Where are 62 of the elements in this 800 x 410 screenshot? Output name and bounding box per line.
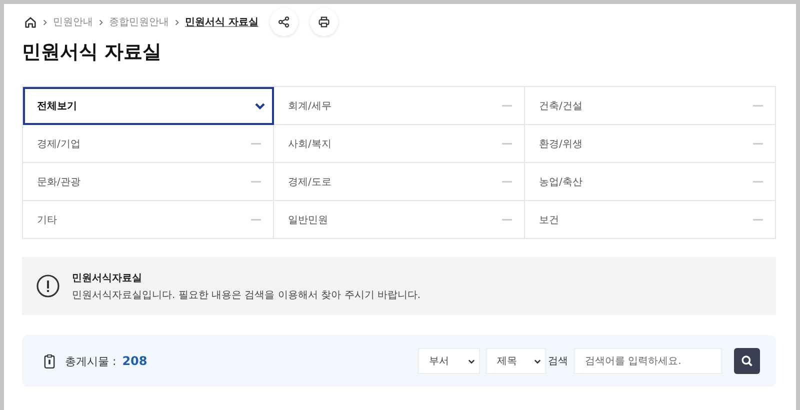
category-label: 경제/기업 — [37, 138, 80, 150]
notice-text: 민원서식자료실입니다. 필요한 내용은 검색을 이용해서 찾아 주시기 바랍니다. — [72, 288, 421, 302]
dash-icon — [753, 180, 763, 182]
dash-icon — [502, 104, 512, 106]
category-label: 건축/건설 — [539, 100, 582, 112]
category-tab[interactable]: 건축/건설 — [525, 87, 776, 125]
category-tab[interactable]: 일반민원 — [274, 201, 525, 239]
home-icon[interactable] — [24, 16, 37, 28]
chevron-right-icon — [175, 18, 179, 26]
breadcrumb-link[interactable]: 민원안내 — [53, 15, 93, 29]
category-tab[interactable]: 기타 — [23, 201, 274, 239]
category-tab[interactable]: 보건 — [525, 201, 776, 239]
category-tab[interactable]: 사회/복지 — [274, 125, 525, 163]
chevron-down-icon — [534, 358, 541, 364]
search-button[interactable] — [734, 348, 760, 374]
category-label: 문화/관광 — [37, 176, 80, 188]
category-label: 보건 — [539, 214, 559, 226]
category-tab[interactable]: 농업/축산 — [525, 163, 776, 201]
clipboard-icon — [44, 354, 55, 368]
search-icon — [741, 355, 753, 367]
category-label: 기타 — [37, 214, 57, 226]
chevron-right-icon — [99, 18, 103, 26]
category-tab[interactable]: 경제/기업 — [23, 125, 274, 163]
count-label: 총게시물 : — [65, 354, 116, 368]
category-tab[interactable]: 환경/위생 — [525, 125, 776, 163]
category-tab[interactable]: 회계/세무 — [274, 87, 525, 125]
dash-icon — [753, 142, 763, 144]
category-label: 일반민원 — [288, 214, 328, 226]
category-label: 경제/도로 — [288, 176, 332, 188]
dash-icon — [251, 180, 261, 182]
category-label: 전체보기 — [37, 100, 77, 113]
category-label: 회계/세무 — [288, 100, 332, 112]
dash-icon — [251, 142, 261, 144]
chevron-right-icon — [43, 18, 47, 26]
page-title: 민원서식 자료실 — [22, 40, 163, 65]
printer-icon — [318, 16, 330, 28]
breadcrumb-link[interactable]: 종합민원안내 — [109, 15, 169, 29]
dash-icon — [502, 180, 512, 182]
dash-icon — [251, 218, 261, 220]
category-tab[interactable]: 경제/도로 — [274, 163, 525, 201]
share-icon — [278, 16, 290, 28]
field-select[interactable]: 제목 — [486, 348, 546, 374]
exclamation-icon — [36, 274, 60, 298]
chevron-down-icon — [468, 358, 475, 364]
share-button[interactable] — [270, 8, 298, 36]
notice-title: 민원서식자료실 — [72, 272, 143, 284]
category-tab[interactable]: 문화/관광 — [23, 163, 274, 201]
dash-icon — [753, 104, 763, 106]
category-label: 농업/축산 — [539, 176, 582, 188]
category-label: 사회/복지 — [288, 138, 332, 150]
breadcrumb-link[interactable]: 민원서식 자료실 — [185, 15, 258, 29]
category-label: 환경/위생 — [539, 138, 582, 150]
dash-icon — [753, 218, 763, 220]
search-label: 검색 — [548, 355, 568, 368]
search-field[interactable]: 검색어를 입력하세요. — [574, 348, 722, 374]
chevron-down-icon — [255, 102, 265, 110]
category-tab[interactable]: 전체보기 — [23, 87, 274, 125]
dash-icon — [502, 142, 512, 144]
dash-icon — [502, 218, 512, 220]
print-button[interactable] — [310, 8, 338, 36]
department-select[interactable]: 부서 — [418, 348, 480, 374]
count-value: 208 — [122, 354, 148, 368]
